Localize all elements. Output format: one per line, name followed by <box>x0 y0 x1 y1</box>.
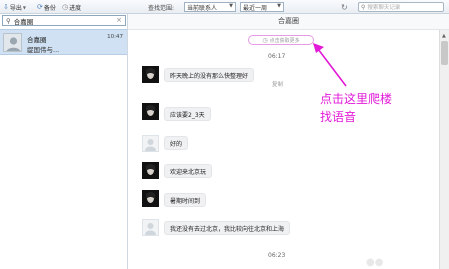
annotation-text: 点击这里爬楼 找语音 <box>320 90 392 126</box>
annotation-line-1: 点击这里爬楼 <box>320 92 393 106</box>
annotation-arrow <box>313 43 347 87</box>
chat-history-window: ⇩ 导出 ▼ ⟳ 备份 ◷ 进度 查找范围: 当前联系人 ▼ 最近一周 ▼ ↻ … <box>0 0 449 269</box>
annotation-line-2: 找语音 <box>320 110 357 124</box>
